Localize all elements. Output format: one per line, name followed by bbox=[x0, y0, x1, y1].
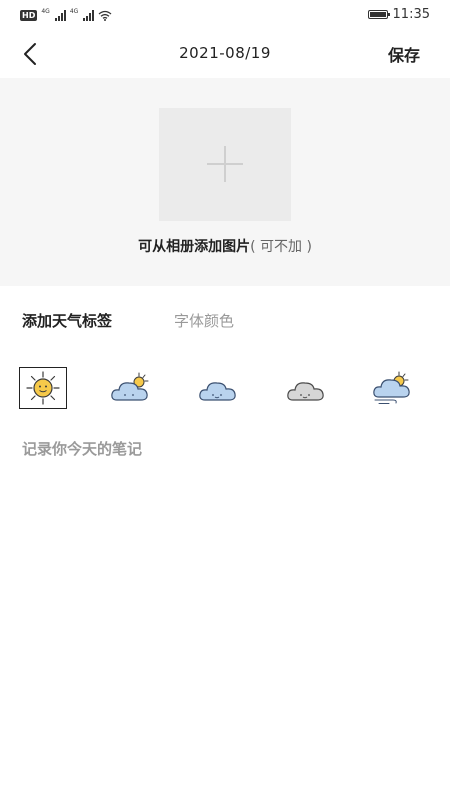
photo-caption-optional: ( 可不加 ) bbox=[250, 239, 312, 255]
wifi-icon bbox=[98, 10, 112, 21]
hd-badge: HD bbox=[20, 9, 38, 21]
weather-option-cloud[interactable] bbox=[195, 367, 243, 409]
signal-label-2: 4G bbox=[69, 8, 79, 15]
photo-section: 可从相册添加图片( 可不加 ) bbox=[0, 78, 450, 286]
signal-icon bbox=[83, 9, 95, 21]
weather-option-sun[interactable] bbox=[19, 367, 67, 409]
partly-cloudy-icon bbox=[111, 372, 149, 401]
note-input[interactable]: 记录你今天的笔记 bbox=[22, 438, 428, 758]
cloud-icon bbox=[199, 382, 236, 401]
page-title: 2021-08/19 bbox=[179, 44, 271, 62]
photo-caption: 可从相册添加图片( 可不加 ) bbox=[0, 236, 450, 256]
tab-font-color[interactable]: 字体颜色 bbox=[174, 310, 234, 331]
weather-option-windy[interactable] bbox=[369, 367, 417, 409]
weather-icon-row bbox=[19, 367, 419, 411]
tab-bar: 添加天气标签 字体颜色 bbox=[22, 310, 234, 331]
save-button[interactable]: 保存 bbox=[388, 42, 420, 66]
weather-option-partly-cloudy[interactable] bbox=[107, 367, 155, 409]
status-left: HD 4G 4G bbox=[20, 8, 112, 22]
weather-option-overcast[interactable] bbox=[283, 367, 331, 409]
header: 2021-08/19 保存 bbox=[0, 30, 450, 78]
photo-caption-main: 可从相册添加图片 bbox=[138, 239, 251, 255]
add-photo-button[interactable] bbox=[159, 108, 291, 221]
overcast-cloud-icon bbox=[287, 382, 324, 401]
signal-label-1: 4G bbox=[41, 8, 50, 15]
status-time: 11:35 bbox=[392, 7, 430, 22]
windy-cloud-sun-icon bbox=[373, 371, 410, 404]
tab-weather-tag[interactable]: 添加天气标签 bbox=[22, 310, 112, 331]
signal-icon bbox=[54, 9, 66, 21]
battery-icon bbox=[367, 10, 390, 19]
status-bar: HD 4G 4G 11:35 bbox=[0, 0, 450, 30]
status-right: 11:35 bbox=[367, 7, 430, 22]
sun-icon bbox=[26, 371, 60, 405]
